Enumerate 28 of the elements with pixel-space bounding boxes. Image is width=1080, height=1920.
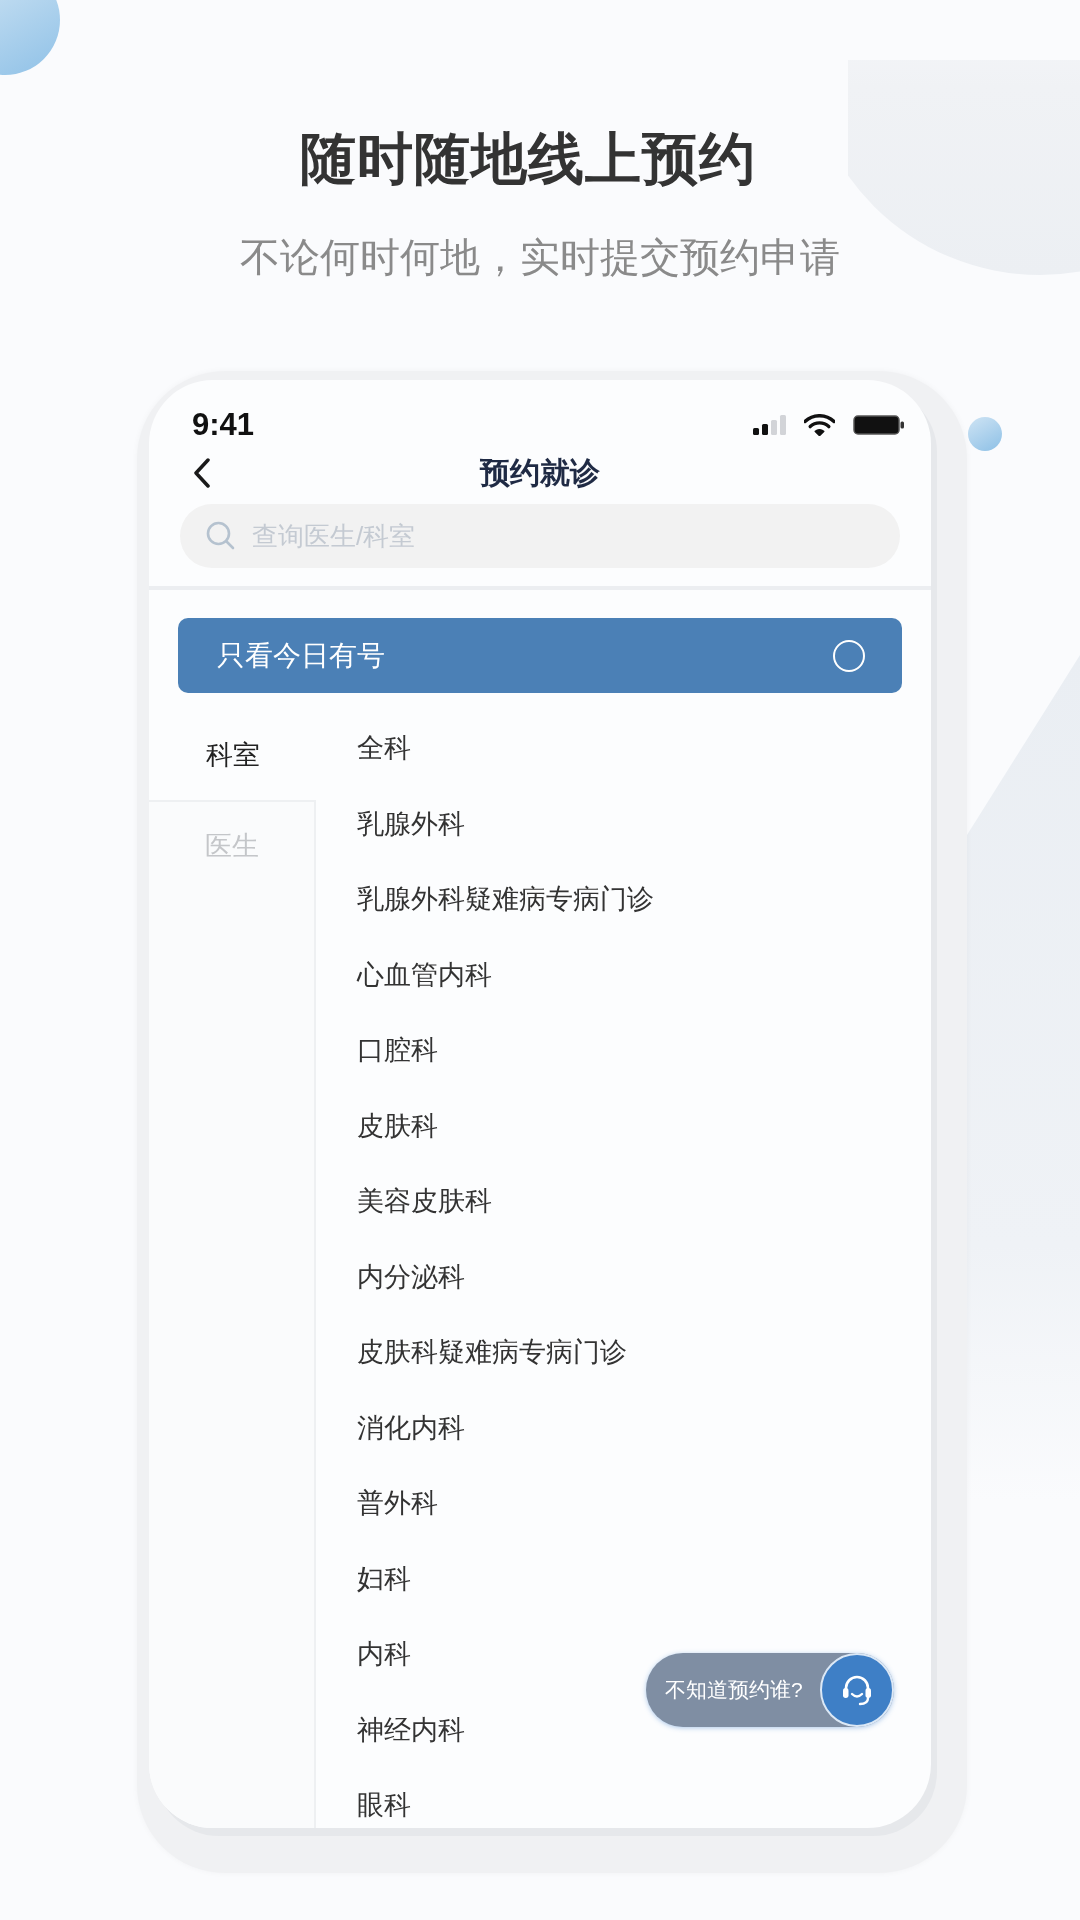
page-subtitle: 不论何时何地，实时提交预约申请 — [240, 234, 840, 281]
signal-icon — [753, 415, 786, 435]
page-title: 随时随地线上预约 — [300, 127, 756, 191]
department-item[interactable]: 美容皮肤科 — [357, 1181, 492, 1221]
dot-decoration — [968, 417, 1002, 451]
department-item[interactable]: 心血管内科 — [357, 954, 492, 995]
department-item[interactable]: 乳腺外科疑难病专病门诊 — [357, 879, 654, 919]
department-item[interactable]: 口腔科 — [357, 1030, 438, 1070]
department-item[interactable]: 皮肤科疑难病专病门诊 — [357, 1332, 627, 1372]
department-item[interactable]: 神经内科 — [357, 1709, 465, 1750]
department-item[interactable]: 普外科 — [357, 1483, 438, 1523]
search-icon — [206, 521, 235, 550]
department-item[interactable]: 皮肤科 — [357, 1105, 438, 1146]
department-item[interactable]: 眼科 — [357, 1785, 411, 1825]
status-time: 9:41 — [192, 410, 255, 440]
department-item[interactable]: 消化内科 — [357, 1407, 465, 1448]
department-item[interactable]: 内分泌科 — [357, 1256, 465, 1297]
headset-icon — [820, 1653, 894, 1727]
back-button[interactable] — [193, 458, 211, 488]
department-item[interactable]: 乳腺外科 — [357, 803, 465, 844]
nav-title: 预约就诊 — [480, 455, 600, 491]
chevron-left-icon — [193, 458, 211, 488]
department-item[interactable]: 妇科 — [357, 1558, 411, 1599]
department-item[interactable]: 内科 — [357, 1634, 411, 1674]
wifi-icon — [804, 414, 835, 436]
department-item[interactable]: 全科 — [357, 728, 411, 768]
battery-icon — [853, 415, 904, 435]
filter-toggle[interactable]: 只看今日有号 — [178, 618, 902, 693]
